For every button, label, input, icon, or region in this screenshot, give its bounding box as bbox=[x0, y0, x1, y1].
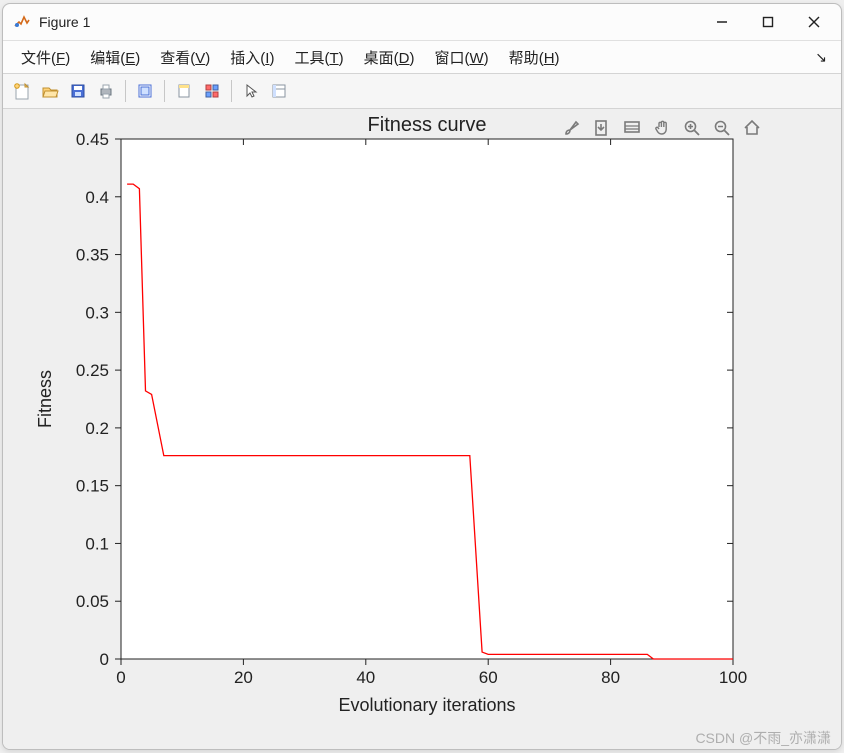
menubar: 文件(F) 编辑(E) 查看(V) 插入(I) 工具(T) 桌面(D) 窗口(W… bbox=[3, 41, 841, 74]
matlab-icon bbox=[13, 13, 31, 31]
ytick-label: 0.45 bbox=[76, 130, 109, 149]
menu-edit[interactable]: 编辑(E) bbox=[80, 44, 150, 71]
toolbar-separator bbox=[125, 80, 126, 102]
x-axis-label: Evolutionary iterations bbox=[338, 695, 515, 715]
menu-file[interactable]: 文件(F) bbox=[11, 44, 80, 71]
save-icon[interactable] bbox=[65, 78, 91, 104]
y-axis-label: Fitness bbox=[35, 370, 55, 428]
maximize-button[interactable] bbox=[745, 4, 791, 40]
xtick-label: 0 bbox=[116, 668, 125, 687]
xtick-label: 60 bbox=[479, 668, 498, 687]
figure-area: 0 20 40 60 80 100 0 0.05 0.1 0.15 0.2 0.25 0.3 0.35 0.… bbox=[3, 109, 841, 750]
ytick-label: 0.35 bbox=[76, 246, 109, 265]
menu-insert[interactable]: 插入(I) bbox=[220, 44, 284, 71]
window-title: Figure 1 bbox=[39, 14, 699, 30]
menu-tools[interactable]: 工具(T) bbox=[284, 44, 353, 71]
pointer-icon[interactable] bbox=[238, 78, 264, 104]
toolbar-separator bbox=[231, 80, 232, 102]
xtick-label: 100 bbox=[719, 668, 747, 687]
ytick-label: 0.3 bbox=[85, 303, 109, 322]
chart-title: Fitness curve bbox=[368, 114, 487, 136]
xtick-label: 40 bbox=[356, 668, 375, 687]
close-button[interactable] bbox=[791, 4, 837, 40]
toolbar bbox=[3, 74, 841, 109]
new-figure-icon[interactable] bbox=[9, 78, 35, 104]
ytick-label: 0.05 bbox=[76, 592, 109, 611]
ytick-label: 0.4 bbox=[85, 188, 109, 207]
ytick-label: 0.1 bbox=[85, 534, 109, 553]
dock-icon[interactable] bbox=[171, 78, 197, 104]
xtick-label: 80 bbox=[601, 668, 620, 687]
figure-window: Figure 1 文件(F) 编辑(E) 查看(V) 插入(I) 工具(T) 桌… bbox=[2, 3, 842, 750]
axes[interactable]: 0 20 40 60 80 100 0 0.05 0.1 0.15 0.2 0.25 0.3 0.35 0.… bbox=[3, 109, 841, 750]
ytick-label: 0.25 bbox=[76, 361, 109, 380]
open-icon[interactable] bbox=[37, 78, 63, 104]
print-preview-icon[interactable] bbox=[132, 78, 158, 104]
ytick-label: 0 bbox=[100, 650, 109, 669]
xtick-label: 20 bbox=[234, 668, 253, 687]
print-icon[interactable] bbox=[93, 78, 119, 104]
titlebar: Figure 1 bbox=[3, 4, 841, 41]
minimize-button[interactable] bbox=[699, 4, 745, 40]
tile-icon[interactable] bbox=[199, 78, 225, 104]
menu-view[interactable]: 查看(V) bbox=[150, 44, 220, 71]
ytick-label: 0.2 bbox=[85, 419, 109, 438]
menu-window[interactable]: 窗口(W) bbox=[424, 44, 498, 71]
menu-desktop[interactable]: 桌面(D) bbox=[354, 44, 425, 71]
menu-help[interactable]: 帮助(H) bbox=[499, 44, 570, 71]
inspect-icon[interactable] bbox=[266, 78, 292, 104]
ytick-label: 0.15 bbox=[76, 477, 109, 496]
toolbar-separator bbox=[164, 80, 165, 102]
menu-expand-icon[interactable]: ↘ bbox=[809, 49, 833, 66]
